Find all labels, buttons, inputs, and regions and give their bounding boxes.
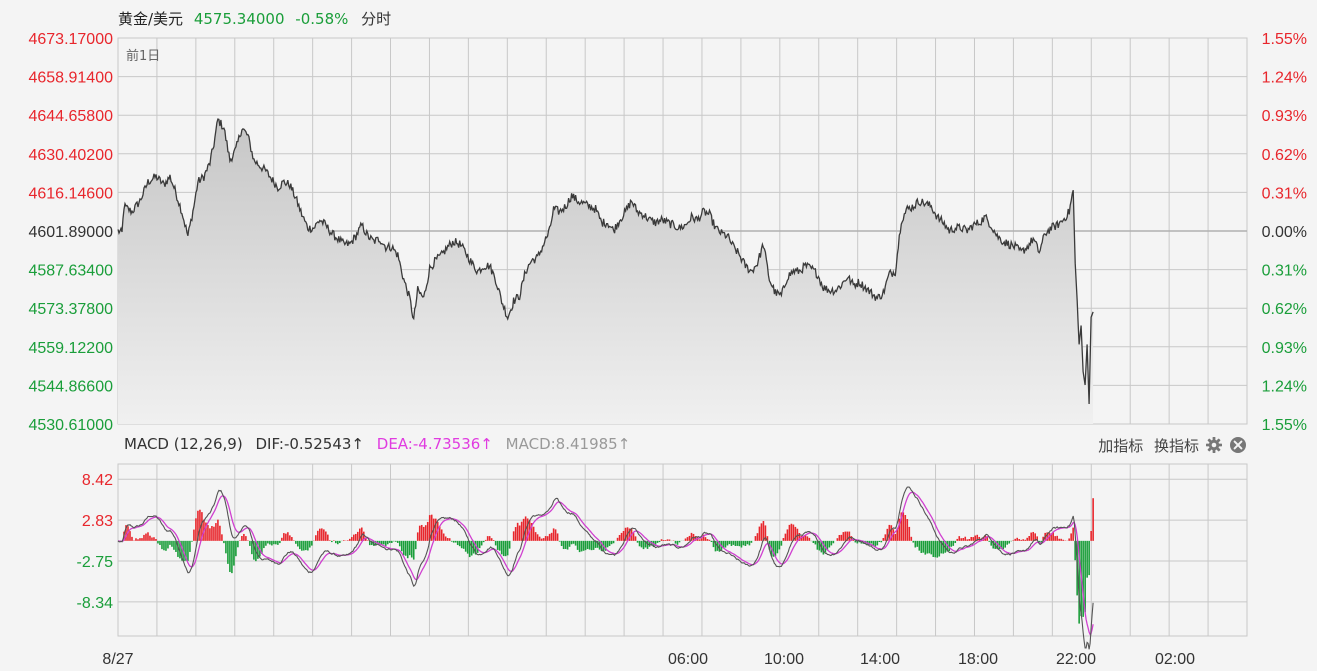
macd-lines — [117, 486, 1094, 650]
macd-title[interactable]: MACD (12,26,9) — [124, 435, 243, 453]
left-axis-labels: 4673.17000 4658.91400 4644.65800 4630.40200… — [28, 31, 113, 434]
percent-tick-label: 1.24% — [1262, 378, 1307, 395]
price-tick-label: 4573.37800 — [28, 301, 113, 318]
time-tick-label: 06:00 — [668, 651, 708, 668]
percent-tick-label: 0.62% — [1262, 147, 1307, 164]
symbol-name[interactable]: 黄金/美元 — [118, 10, 183, 28]
close-icon[interactable] — [1229, 436, 1247, 454]
change-percent: -0.58% — [295, 10, 349, 28]
macd-tick-label: 8.42 — [82, 472, 113, 489]
percent-tick-label: 0.00% — [1262, 224, 1307, 241]
percent-tick-label: 1.55% — [1262, 31, 1307, 48]
macd-tick-label: -2.75 — [77, 554, 114, 571]
time-tick-label: 14:00 — [860, 651, 900, 668]
dif-line — [117, 486, 1094, 650]
price-tick-label: 4673.17000 — [28, 31, 113, 48]
dea-line — [117, 491, 1094, 636]
macd-axis-labels: 8.42 2.83 -2.75 -8.34 — [77, 472, 114, 612]
price-tick-label: 4587.63400 — [28, 263, 113, 280]
macd-header: MACD (12,26,9) DIF:-0.52543↑ DEA:-4.7353… — [124, 435, 638, 453]
price-tick-label: 4559.12200 — [28, 340, 113, 357]
price-tick-label: 4658.91400 — [28, 70, 113, 87]
price-tick-label: 4601.89000 — [28, 224, 113, 241]
time-tick-label: 8/27 — [102, 651, 133, 668]
percent-tick-label: 0.93% — [1262, 340, 1307, 357]
macd-value: MACD:8.41985↑ — [505, 435, 631, 453]
switch-indicator-button[interactable]: 换指标 — [1154, 437, 1199, 455]
price-tick-label: 4644.65800 — [28, 108, 113, 125]
indicator-actions: 加指标 换指标 — [1092, 435, 1199, 456]
right-axis-labels: 1.55% 1.24% 0.93% 0.62% 0.31% 0.00% 0.31% 0.62%… — [1262, 31, 1307, 434]
dif-value: DIF:-0.52543↑ — [255, 435, 364, 453]
price-macd-chart: 4673.17000 4658.91400 4644.65800 4630.40200… — [28, 31, 1307, 668]
quote-header: 黄金/美元 4575.34000 -0.58% 分时 — [118, 8, 397, 29]
percent-tick-label: 1.24% — [1262, 70, 1307, 87]
percent-tick-label: 0.31% — [1262, 185, 1307, 202]
percent-tick-label: 1.55% — [1262, 417, 1307, 434]
price-tick-label: 4544.86600 — [28, 378, 113, 395]
prev-day-label[interactable]: 前1日 — [126, 45, 160, 64]
add-indicator-button[interactable]: 加指标 — [1098, 437, 1143, 455]
percent-tick-label: 0.93% — [1262, 108, 1307, 125]
chart-root: 4673.17000 4658.91400 4644.65800 4630.40200… — [0, 0, 1317, 671]
time-tick-label: 02:00 — [1155, 651, 1195, 668]
price-tick-label: 4530.61000 — [28, 417, 113, 434]
price-tick-label: 4630.40200 — [28, 147, 113, 164]
time-tick-label: 22:00 — [1056, 651, 1096, 668]
price-tick-label: 4616.14600 — [28, 185, 113, 202]
macd-tick-label: 2.83 — [82, 513, 113, 530]
time-tick-label: 18:00 — [958, 651, 998, 668]
last-price: 4575.34000 — [193, 10, 285, 28]
period-selector[interactable]: 分时 — [361, 10, 391, 28]
percent-tick-label: 0.62% — [1262, 301, 1307, 318]
time-tick-label: 10:00 — [764, 651, 804, 668]
time-axis-labels: 8/27 06:00 10:00 14:00 18:00 22:00 02:00 — [102, 651, 1195, 668]
gear-icon[interactable] — [1205, 436, 1223, 454]
macd-tick-label: -8.34 — [77, 595, 114, 612]
dea-value: DEA:-4.73536↑ — [376, 435, 493, 453]
percent-tick-label: 0.31% — [1262, 263, 1307, 280]
